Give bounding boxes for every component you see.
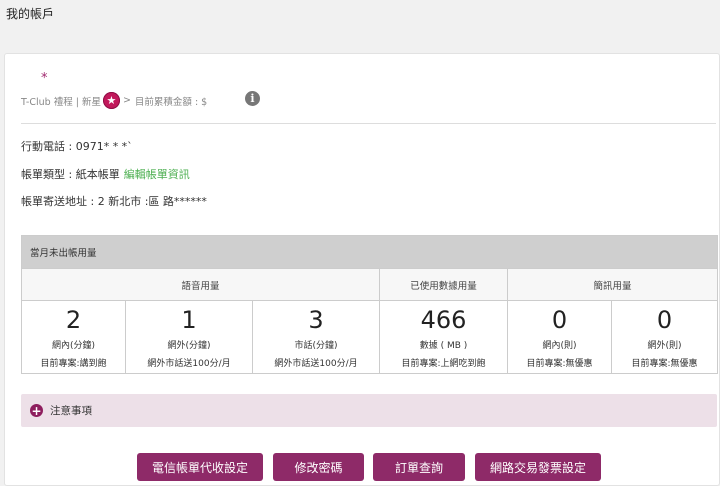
usage-label: 數據 ( MB ) <box>419 340 468 351</box>
usage-plan: 目前專案:上網吃到飽 <box>401 358 486 369</box>
usage-title: 當月未出帳用量 <box>20 235 719 269</box>
star-icon: ★ <box>102 92 120 109</box>
usage-label: 市話(分鐘) <box>294 340 338 351</box>
tclub-label: T-Club 禮程 | 新星 <box>21 96 101 108</box>
invoice-settings-button[interactable]: 網路交易發票設定 <box>475 453 601 481</box>
page-title: 我的帳戶 <box>6 7 55 21</box>
tclub-status: T-Club 禮程 | 新星 ★ > 目前累積金額 : $ <box>21 92 207 109</box>
tclub-points-label: 目前累積金額 : $ <box>134 96 208 108</box>
usage-cell-voice-landline: 3 市話(分鐘) 網外市話送100分/月 <box>252 300 380 374</box>
tclub-separator: > <box>122 95 131 106</box>
change-password-button[interactable]: 修改密碼 <box>273 453 364 481</box>
tclub-asterisk: * <box>41 71 48 86</box>
info-icon[interactable]: i <box>245 91 260 106</box>
usage-label: 網外(則) <box>647 340 682 351</box>
bill-type-line: 帳單類型 : 紙本帳單 編輯帳單資訊 <box>21 166 190 182</box>
usage-cell-sms-onnet: 0 網內(則) 目前專案:無優惠 <box>507 300 612 374</box>
usage-label: 網內(分鐘) <box>51 340 96 351</box>
notice-toggle[interactable]: + 注意事項 <box>21 394 717 427</box>
usage-value: 0 <box>551 305 568 334</box>
telecom-billing-button[interactable]: 電信帳單代收設定 <box>137 453 263 481</box>
order-query-button[interactable]: 訂單查詢 <box>373 453 465 481</box>
usage-plan: 網外市話送100分/月 <box>147 358 231 369</box>
group-voice: 語音用量 <box>21 268 380 301</box>
usage-value: 2 <box>65 305 82 334</box>
edit-bill-link[interactable]: 編輯帳單資訊 <box>124 168 190 181</box>
usage-value: 466 <box>420 305 467 334</box>
usage-cell-voice-onnet: 2 網內(分鐘) 目前專案:講到飽 <box>21 300 126 374</box>
usage-table: 當月未出帳用量 語音用量 已使用數據用量 簡訊用量 2 網內(分鐘) 目前專案:… <box>20 235 719 374</box>
usage-cell-data: 466 數據 ( MB ) 目前專案:上網吃到飽 <box>379 300 508 374</box>
usage-value: 1 <box>181 305 197 334</box>
group-sms: 簡訊用量 <box>506 268 719 301</box>
group-data: 已使用數據用量 <box>379 268 508 301</box>
usage-cell-sms-offnet: 0 網外(則) 目前專案:無優惠 <box>610 300 719 374</box>
usage-plan: 目前專案:無優惠 <box>526 358 593 369</box>
bill-type-text: 帳單類型 : 紙本帳單 <box>21 168 120 181</box>
usage-value: 3 <box>308 305 324 334</box>
usage-plan: 目前專案:無優惠 <box>631 358 698 369</box>
usage-value: 0 <box>656 305 673 334</box>
notice-label: 注意事項 <box>50 405 92 417</box>
usage-cell-voice-offnet: 1 網外(分鐘) 網外市話送100分/月 <box>125 300 253 374</box>
usage-plan: 網外市話送100分/月 <box>274 358 358 369</box>
address-line: 帳單寄送地址 : 2 新北市 :區 路****** <box>21 195 207 208</box>
plus-circle-icon[interactable]: + <box>30 404 43 417</box>
divider <box>21 123 716 124</box>
usage-plan: 目前專案:講到飽 <box>40 358 107 369</box>
usage-label: 網外(分鐘) <box>167 340 211 351</box>
usage-label: 網內(則) <box>542 340 577 351</box>
phone-line: 行動電話 : 0971* * *ˋ <box>21 140 133 153</box>
